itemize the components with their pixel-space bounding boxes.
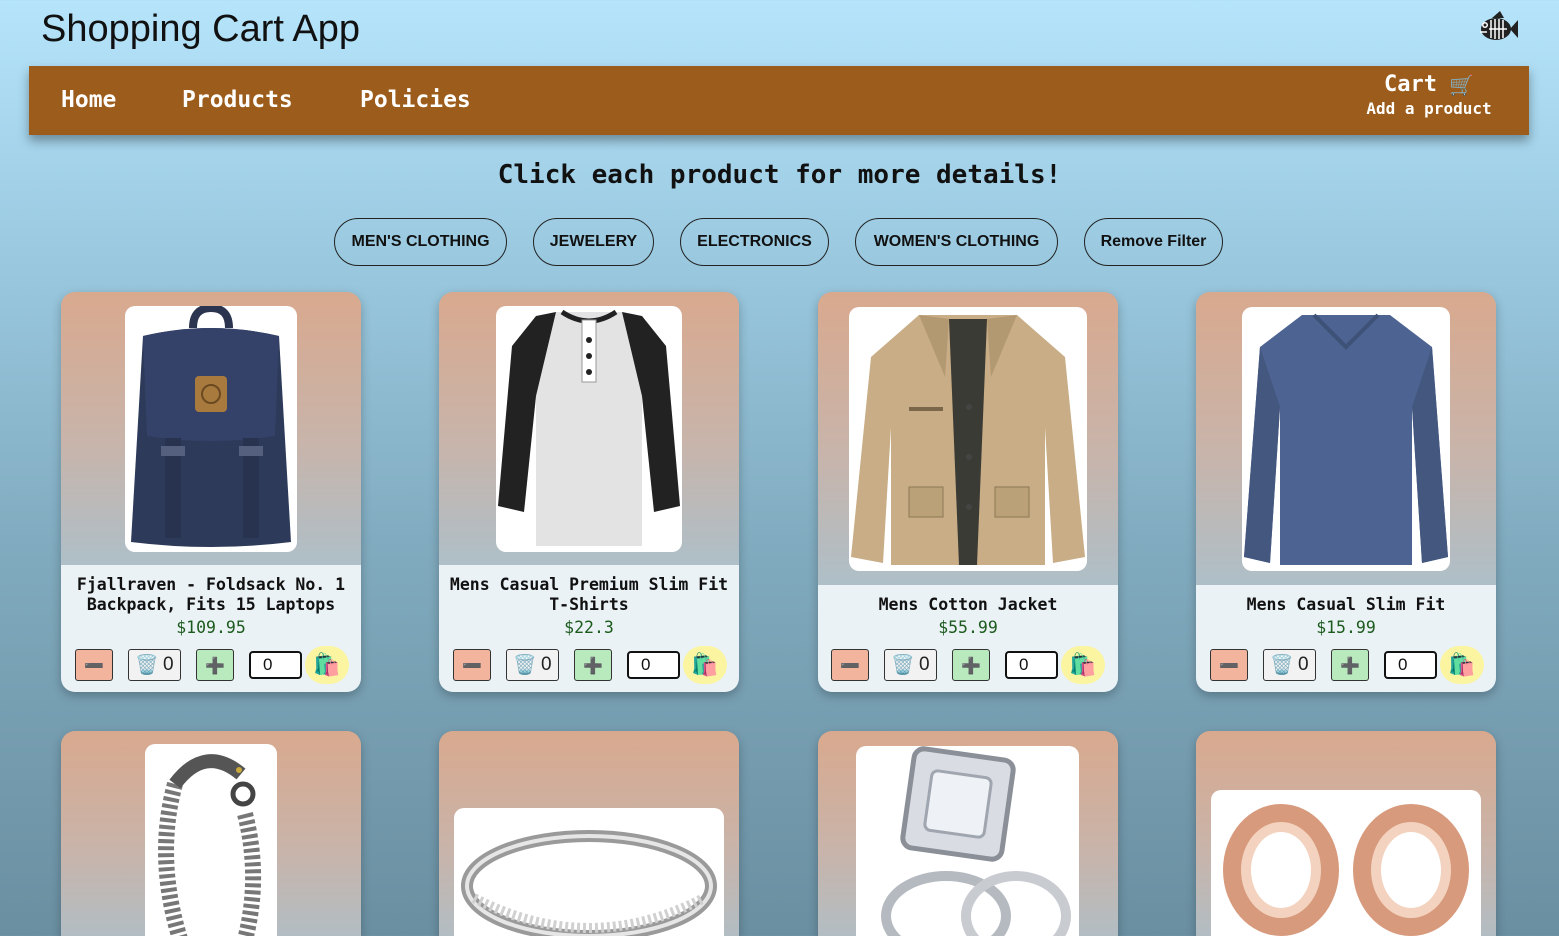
cart-count: 0 (919, 654, 930, 675)
app-title: Shopping Cart App (41, 8, 361, 50)
remove-button[interactable]: 🗑️ 0 (1263, 649, 1316, 681)
trash-icon: 🗑️ (135, 655, 160, 676)
product-title[interactable]: Mens Casual Premium Slim Fit T-Shirts (439, 575, 739, 615)
product-image-ring-set[interactable] (856, 746, 1079, 936)
add-to-cart-button[interactable]: 🛍️ (683, 646, 727, 684)
plus-icon: ➕ (583, 655, 603, 675)
add-to-cart-button[interactable]: 🛍️ (1440, 646, 1484, 684)
product-card[interactable] (439, 731, 739, 936)
cart-subtitle: Add a product (1366, 99, 1492, 118)
product-card[interactable] (61, 731, 361, 936)
product-image-backpack[interactable] (125, 306, 297, 552)
filter-bar: MEN'S CLOTHING JEWELERY ELECTRONICS WOME… (0, 218, 1559, 266)
nav-policies-link[interactable]: Policies (360, 87, 471, 113)
trash-icon: 🗑️ (513, 655, 538, 676)
product-price: $55.99 (938, 618, 998, 637)
cart-count: 0 (541, 654, 552, 675)
minus-icon: ➖ (462, 655, 482, 675)
nav-products-link[interactable]: Products (182, 87, 293, 113)
product-price: $109.95 (176, 618, 246, 637)
product-title[interactable]: Mens Casual Slim Fit (1196, 595, 1496, 615)
trash-icon: 🗑️ (891, 655, 916, 676)
cart-label: Cart (1384, 72, 1438, 97)
trash-icon: 🗑️ (1270, 655, 1295, 676)
product-image-jacket[interactable] (849, 307, 1087, 571)
cart-count: 0 (163, 654, 174, 675)
increase-button[interactable]: ➕ (574, 649, 612, 681)
cart-count: 0 (1298, 654, 1309, 675)
product-card[interactable]: Mens Casual Slim Fit $15.99 ➖ 🗑️0 ➕ 🛍️ (1196, 292, 1496, 692)
filter-jewelery-button[interactable]: JEWELERY (533, 218, 654, 266)
filter-womens-clothing-button[interactable]: WOMEN'S CLOTHING (855, 218, 1058, 266)
product-card[interactable]: Mens Cotton Jacket $55.99 ➖ 🗑️0 ➕ 🛍️ (818, 292, 1118, 692)
quantity-input[interactable] (249, 651, 302, 679)
product-title[interactable]: Fjallraven - Foldsack No. 1 Backpack, Fi… (61, 575, 361, 615)
product-controls: ➖ 🗑️0 ➕ 🛍️ (818, 646, 1118, 684)
minus-icon: ➖ (1219, 655, 1239, 675)
product-image-tshirt[interactable] (496, 306, 682, 552)
minus-icon: ➖ (84, 655, 104, 675)
minus-icon: ➖ (840, 655, 860, 675)
product-image-long-sleeve[interactable] (1242, 307, 1450, 571)
shopping-bag-icon: 🛍️ (691, 652, 719, 678)
filter-mens-clothing-button[interactable]: MEN'S CLOTHING (334, 218, 507, 266)
remove-button[interactable]: 🗑️ 0 (128, 649, 181, 681)
increase-button[interactable]: ➕ (196, 649, 234, 681)
product-price: $22.3 (564, 618, 614, 637)
increase-button[interactable]: ➕ (1331, 649, 1369, 681)
product-image-bracelet[interactable] (145, 744, 277, 936)
product-controls: ➖ 🗑️0 ➕ 🛍️ (61, 646, 361, 684)
cart-button[interactable]: Cart 🛒 Add a product (1362, 72, 1496, 118)
product-image-tunnel-plugs[interactable] (1211, 790, 1481, 936)
cart-icon: 🛒 (1449, 72, 1474, 97)
remove-filter-button[interactable]: Remove Filter (1084, 218, 1223, 266)
decrease-button[interactable]: ➖ (75, 649, 113, 681)
shopping-bag-icon: 🛍️ (1448, 652, 1476, 678)
add-to-cart-button[interactable]: 🛍️ (1061, 646, 1105, 684)
fish-skeleton-icon (1474, 10, 1518, 48)
product-title[interactable]: Mens Cotton Jacket (818, 595, 1118, 615)
product-controls: ➖ 🗑️0 ➕ 🛍️ (439, 646, 739, 684)
main-navbar: Home Products Policies Cart 🛒 Add a prod… (29, 66, 1529, 135)
plus-icon: ➕ (205, 655, 225, 675)
plus-icon: ➕ (961, 655, 981, 675)
remove-button[interactable]: 🗑️ 0 (506, 649, 559, 681)
product-image-ring[interactable] (454, 808, 724, 936)
decrease-button[interactable]: ➖ (1210, 649, 1248, 681)
product-card[interactable] (818, 731, 1118, 936)
shopping-bag-icon: 🛍️ (313, 652, 341, 678)
increase-button[interactable]: ➕ (952, 649, 990, 681)
plus-icon: ➕ (1340, 655, 1360, 675)
filter-electronics-button[interactable]: ELECTRONICS (680, 218, 829, 266)
nav-home-link[interactable]: Home (61, 87, 116, 113)
decrease-button[interactable]: ➖ (453, 649, 491, 681)
quantity-input[interactable] (1005, 651, 1058, 679)
product-card[interactable]: Mens Casual Premium Slim Fit T-Shirts $2… (439, 292, 739, 692)
page-headline: Click each product for more details! (497, 160, 1062, 190)
product-controls: ➖ 🗑️0 ➕ 🛍️ (1196, 646, 1496, 684)
decrease-button[interactable]: ➖ (831, 649, 869, 681)
shopping-bag-icon: 🛍️ (1069, 652, 1097, 678)
quantity-input[interactable] (1384, 651, 1437, 679)
product-card[interactable] (1196, 731, 1496, 936)
product-card[interactable]: Fjallraven - Foldsack No. 1 Backpack, Fi… (61, 292, 361, 692)
add-to-cart-button[interactable]: 🛍️ (305, 646, 349, 684)
quantity-input[interactable] (627, 651, 680, 679)
remove-button[interactable]: 🗑️ 0 (884, 649, 937, 681)
product-price: $15.99 (1316, 618, 1376, 637)
